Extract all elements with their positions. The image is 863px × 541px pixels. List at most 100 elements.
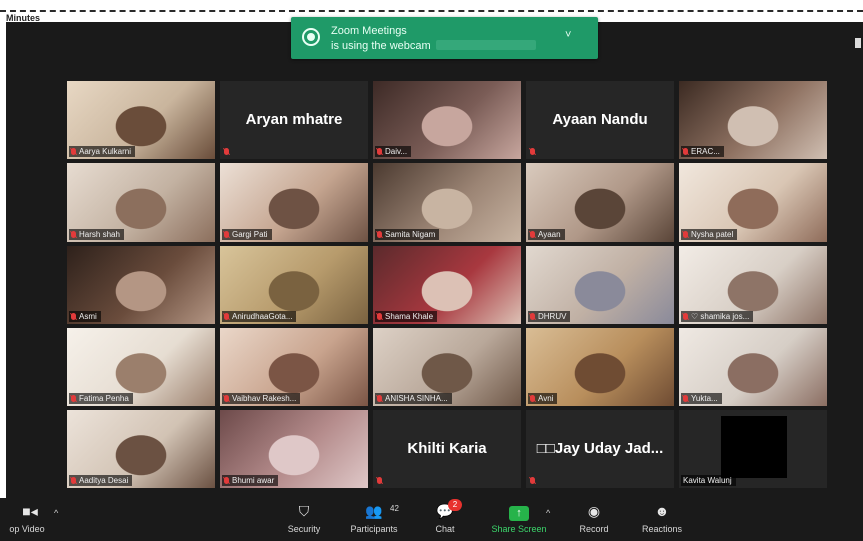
participant-name-label: Aarya Kulkarni (69, 146, 136, 157)
side-icon[interactable] (855, 38, 861, 48)
participant-name: Avni (538, 394, 554, 403)
participant-name: Fatima Penha (79, 394, 129, 403)
webcam-notification[interactable]: Zoom Meetings is using the webcam ˅ (291, 17, 598, 59)
mic-muted-icon (71, 231, 76, 238)
participant-name-label: Yukta... (681, 393, 722, 404)
participant-name: Harsh shah (79, 230, 120, 239)
share-screen-button[interactable]: ↑ Share Screen (484, 500, 554, 534)
chat-unread-badge: 2 (448, 499, 462, 511)
participant-name: Ayaan (538, 230, 561, 239)
record-icon: ◉ (587, 503, 601, 519)
mic-muted-icon (224, 395, 229, 402)
participant-tile[interactable]: Khilti Karia (373, 410, 521, 488)
video-camera-icon: ■◂ (22, 503, 38, 519)
mic-muted-icon (224, 477, 229, 484)
participants-label: Participants (350, 524, 398, 534)
participant-name-label: Shama Khale (375, 311, 438, 322)
participant-name: ♡ shamika jos... (691, 312, 750, 321)
participant-tile[interactable]: Daiv... (373, 81, 521, 159)
mic-muted-icon (530, 148, 535, 155)
share-options-caret[interactable]: ^ (546, 508, 550, 518)
participant-name: Yukta... (691, 394, 718, 403)
participant-tile[interactable]: □□Jay Uday Jad... (526, 410, 674, 488)
participant-tile[interactable]: Ayaan (526, 163, 674, 242)
participant-name-label: Harsh shah (69, 229, 124, 240)
mic-muted-icon (71, 477, 76, 484)
participant-display-name: □□Jay Uday Jad... (536, 440, 664, 457)
participant-tile[interactable]: Shama Khale (373, 246, 521, 324)
participant-tile[interactable]: Asmi (67, 246, 215, 324)
mic-muted-icon (683, 395, 688, 402)
mic-muted-icon (530, 313, 535, 320)
mic-muted-icon (377, 231, 382, 238)
participant-tile[interactable]: Aryan mhatre (220, 81, 368, 159)
mic-muted-icon (224, 148, 229, 155)
participant-tile[interactable]: Fatima Penha (67, 328, 215, 406)
participant-name-label: Nysha patel (681, 229, 738, 240)
participant-tile[interactable]: Nysha patel (679, 163, 827, 242)
participant-name-label: Fatima Penha (69, 393, 133, 404)
participant-name-label: Samita Nigam (375, 229, 440, 240)
participant-tile[interactable]: Harsh shah (67, 163, 215, 242)
video-options-caret[interactable]: ^ (54, 508, 58, 518)
participant-video-off (721, 416, 787, 478)
participant-tile[interactable]: ♡ shamika jos... (679, 246, 827, 324)
participant-name-label: ERAC... (681, 146, 724, 157)
stop-video-label: op Video (9, 524, 45, 534)
participant-name: ERAC... (691, 147, 720, 156)
participant-name-label: Daiv... (375, 146, 412, 157)
participant-tile[interactable]: ERAC... (679, 81, 827, 159)
security-label: Security (287, 524, 321, 534)
participant-tile[interactable]: Vaibhav Rakesh... (220, 328, 368, 406)
record-label: Record (579, 524, 609, 534)
participant-name: Gargi Pati (232, 230, 268, 239)
participant-name: DHRUV (538, 312, 567, 321)
participant-tile[interactable]: AnirudhaaGota... (220, 246, 368, 324)
mic-muted-icon (530, 477, 535, 484)
participant-tile[interactable]: Kavita Walunj (679, 410, 827, 488)
chevron-down-icon[interactable]: ˅ (565, 29, 571, 41)
share-screen-label: Share Screen (491, 524, 547, 534)
participant-name-label: Bhumi awar (222, 475, 279, 486)
mic-muted-icon (71, 395, 76, 402)
participant-name-label: ♡ shamika jos... (681, 311, 754, 322)
participant-name-label: Aaditya Desai (69, 475, 133, 486)
participant-name-label: AnirudhaaGota... (222, 311, 297, 322)
record-button[interactable]: ◉ Record (572, 500, 616, 534)
mic-muted-icon (683, 313, 688, 320)
participant-name-label: Ayaan (528, 229, 565, 240)
participant-name-label: Kavita Walunj (681, 475, 736, 486)
participant-tile[interactable]: DHRUV (526, 246, 674, 324)
participant-display-name: Aryan mhatre (245, 111, 343, 128)
mic-muted-icon (377, 148, 382, 155)
participant-tile[interactable]: Bhumi awar (220, 410, 368, 488)
mic-muted-icon (530, 231, 535, 238)
participant-display-name: Khilti Karia (407, 440, 487, 457)
participant-tile[interactable]: Ayaan Nandu (526, 81, 674, 159)
participant-name-label: Vaibhav Rakesh... (222, 393, 301, 404)
participant-tile[interactable]: Avni (526, 328, 674, 406)
toast-title: Zoom Meetings (331, 25, 407, 37)
participant-tile[interactable]: Aaditya Desai (67, 410, 215, 488)
mic-muted-icon (683, 231, 688, 238)
participant-tile[interactable]: ANISHA SINHA... (373, 328, 521, 406)
participant-tile[interactable]: Aarya Kulkarni (67, 81, 215, 159)
mic-muted-icon (224, 313, 229, 320)
participant-tile[interactable]: Yukta... (679, 328, 827, 406)
gallery-grid: Aarya Kulkarni Aryan mhatre Daiv... Ayaan N… (67, 81, 827, 488)
reactions-label: Reactions (641, 524, 683, 534)
security-button[interactable]: ⛉ Security (282, 500, 326, 534)
webcam-icon (302, 28, 320, 46)
participant-tile[interactable]: Samita Nigam (373, 163, 521, 242)
participant-tile[interactable]: Gargi Pati (220, 163, 368, 242)
participant-name: Bhumi awar (232, 476, 275, 485)
participant-name: Samita Nigam (385, 230, 436, 239)
dashed-border (0, 10, 863, 12)
stop-video-button[interactable]: ■◂ op Video (0, 500, 60, 534)
mic-muted-icon (683, 148, 688, 155)
participant-name: Asmi (79, 312, 97, 321)
reactions-button[interactable]: ☻ Reactions (634, 500, 690, 534)
participant-name-label: Avni (528, 393, 558, 404)
toast-message: is using the webcam (331, 40, 431, 52)
participant-name: Daiv... (385, 147, 408, 156)
